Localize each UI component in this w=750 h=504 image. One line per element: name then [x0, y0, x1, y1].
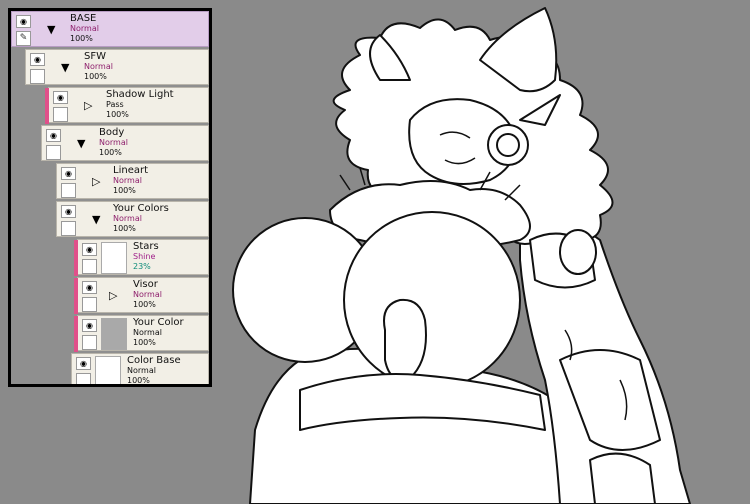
- layer-name: Visor: [133, 279, 158, 290]
- eye-icon[interactable]: ◉: [82, 319, 97, 332]
- layer-lock-toggle[interactable]: [46, 145, 61, 160]
- layer-blend-mode: Normal: [113, 176, 142, 185]
- layer-your-color[interactable]: ◉ Your Color Normal 100%: [74, 315, 209, 352]
- eye-icon[interactable]: ◉: [53, 91, 68, 104]
- pencil-icon: ✎: [19, 33, 28, 43]
- layer-lock-toggle[interactable]: [53, 107, 68, 122]
- layer-blend-mode: Normal: [127, 366, 156, 375]
- layer-stars[interactable]: ◉ Stars Shine 23%: [74, 239, 209, 276]
- triangle-right-icon[interactable]: ▷: [84, 100, 92, 111]
- triangle-down-icon[interactable]: ▼: [77, 138, 85, 149]
- layer-blend-mode: Normal: [99, 138, 128, 147]
- eye-icon[interactable]: ◉: [76, 357, 91, 370]
- clipping-marker: [74, 278, 78, 314]
- layer-name: Your Colors: [113, 203, 169, 214]
- eye-icon[interactable]: ◉: [30, 53, 45, 66]
- layer-lock-toggle[interactable]: [30, 69, 45, 84]
- layer-thumbnail: [101, 318, 127, 350]
- layer-lineart[interactable]: ◉ ▷ Lineart Normal 100%: [56, 163, 209, 199]
- layer-your-colors[interactable]: ◉ ▼ Your Colors Normal 100%: [56, 201, 209, 237]
- layer-base[interactable]: ◉ ✎ ▼ BASE Normal 100%: [11, 11, 209, 47]
- layer-blend-mode: Pass: [106, 100, 124, 109]
- clipping-marker: [74, 316, 78, 352]
- eye-icon[interactable]: ◉: [82, 281, 97, 294]
- layer-name: Lineart: [113, 165, 148, 176]
- eye-icon[interactable]: ◉: [61, 205, 76, 218]
- triangle-right-icon[interactable]: ▷: [109, 290, 117, 301]
- layer-lock-toggle[interactable]: [61, 221, 76, 236]
- layer-body[interactable]: ◉ ▼ Body Normal 100%: [41, 125, 209, 161]
- triangle-down-icon[interactable]: ▼: [47, 24, 55, 35]
- eye-icon[interactable]: ◉: [16, 15, 31, 28]
- layer-blend-mode: Normal: [84, 62, 113, 71]
- layer-lock-toggle[interactable]: [82, 297, 97, 312]
- triangle-down-icon[interactable]: ▼: [61, 62, 69, 73]
- eye-icon[interactable]: ◉: [46, 129, 61, 142]
- layer-name: SFW: [84, 51, 106, 62]
- layer-lock-toggle[interactable]: [76, 373, 91, 384]
- layer-color-base[interactable]: ◉ Color Base Normal 100%: [71, 353, 209, 385]
- layer-blend-mode: Shine: [133, 252, 156, 261]
- layer-opacity: 23%: [133, 262, 151, 271]
- layer-blend-mode: Normal: [113, 214, 142, 223]
- layer-lock-toggle[interactable]: [82, 335, 97, 350]
- eye-icon[interactable]: ◉: [61, 167, 76, 180]
- layer-lock-toggle[interactable]: [61, 183, 76, 198]
- layer-blend-mode: Normal: [133, 328, 162, 337]
- layer-name: BASE: [70, 13, 97, 24]
- layer-name: Your Color: [133, 317, 184, 328]
- layer-sfw[interactable]: ◉ ▼ SFW Normal 100%: [25, 49, 209, 85]
- layer-opacity: 100%: [113, 186, 136, 195]
- layer-thumbnail: [101, 242, 127, 274]
- layer-opacity: 100%: [133, 300, 156, 309]
- layer-opacity: 100%: [106, 110, 129, 119]
- layer-opacity: 100%: [113, 224, 136, 233]
- triangle-right-icon[interactable]: ▷: [92, 176, 100, 187]
- layer-shadow-light[interactable]: ◉ ▷ Shadow Light Pass 100%: [45, 87, 209, 124]
- layer-opacity: 100%: [127, 376, 150, 385]
- layer-visor[interactable]: ◉ ▷ Visor Normal 100%: [74, 277, 209, 314]
- layer-opacity: 100%: [99, 148, 122, 157]
- layer-name: Color Base: [127, 355, 181, 366]
- layer-name: Body: [99, 127, 125, 138]
- layer-opacity: 100%: [84, 72, 107, 81]
- layer-lock-toggle[interactable]: [82, 259, 97, 274]
- clipping-marker: [74, 240, 78, 276]
- layer-name: Shadow Light: [106, 89, 174, 100]
- triangle-down-icon[interactable]: ▼: [92, 214, 100, 225]
- clipping-marker: [45, 88, 49, 124]
- layer-opacity: 100%: [70, 34, 93, 43]
- layer-name: Stars: [133, 241, 159, 252]
- layer-blend-mode: Normal: [70, 24, 99, 33]
- layer-thumbnail: [95, 356, 121, 384]
- layer-edit-toggle[interactable]: ✎: [16, 31, 31, 46]
- eye-icon[interactable]: ◉: [82, 243, 97, 256]
- layers-panel: ◉ ✎ ▼ BASE Normal 100% ◉ ▼ SFW Normal 10…: [8, 8, 212, 387]
- layer-blend-mode: Normal: [133, 290, 162, 299]
- layer-opacity: 100%: [133, 338, 156, 347]
